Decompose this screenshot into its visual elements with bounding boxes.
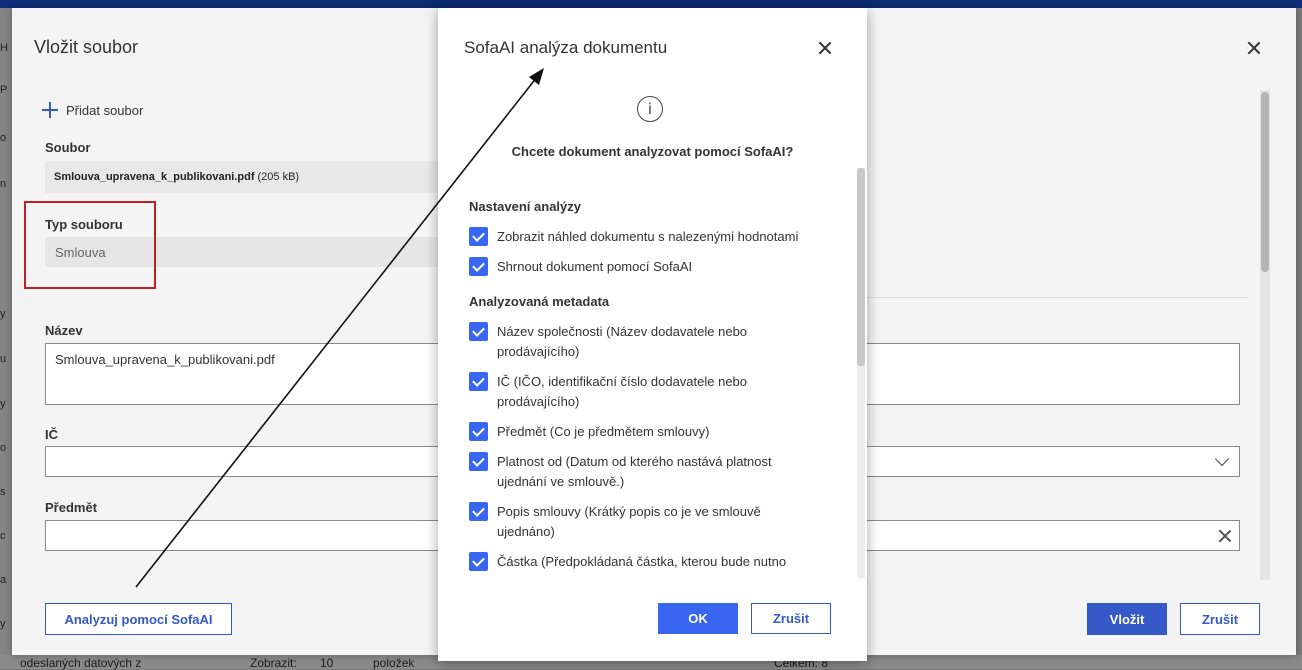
bg-fragment: a [0,574,7,586]
modal-close-icon[interactable] [818,41,832,55]
file-label: Soubor [45,140,91,155]
close-icon[interactable] [1247,41,1261,55]
bg-fragment: u [0,353,7,365]
bg-fragment: H [0,42,8,54]
subject-label: Předmět [45,500,98,515]
option-label: Shrnout dokument pomocí SofaAI [497,259,693,274]
setting-option-preview[interactable]: Zobrazit náhled dokumentu s nalezenými h… [469,227,799,247]
insert-button[interactable]: Vložit [1087,603,1167,635]
checkbox-checked-icon[interactable] [469,452,488,471]
option-label: Předmět (Co je předmětem smlouvy) [497,424,710,439]
bg-fragment: o [0,442,7,454]
option-label: Platnost od (Datum od kterého nastává pl… [497,454,772,489]
metadata-option-company[interactable]: Název společnosti (Název dodavatele nebo… [469,322,799,362]
option-label: Název společnosti (Název dodavatele nebo… [497,324,748,359]
checkbox-checked-icon[interactable] [469,552,488,571]
name-label: Název [45,323,83,338]
dialog-scrollbar-thumb[interactable] [1261,92,1269,272]
option-label: IČ (IČO, identifikační číslo dodavatele … [497,374,748,409]
checkbox-checked-icon[interactable] [469,422,488,441]
info-icon: i [637,96,663,122]
dialog-title: Vložit soubor [34,37,139,57]
checkbox-checked-icon[interactable] [469,257,488,276]
app-header-bar [0,0,1302,8]
metadata-option-subject[interactable]: Předmět (Co je předmětem smlouvy) [469,422,799,442]
ic-label: IČ [45,427,58,442]
file-size: (205 kB) [257,171,300,183]
bg-fragment: n [0,178,7,190]
metadata-section-title: Analyzovaná metadata [469,294,610,309]
bg-page-size-label: Zobrazit: [250,656,297,670]
modal-question: Chcete dokument analyzovat pomocí SofaAI… [511,144,794,159]
checkbox-checked-icon[interactable] [469,372,488,391]
metadata-option-ic[interactable]: IČ (IČO, identifikační číslo dodavatele … [469,372,799,412]
clear-icon[interactable] [1218,529,1232,543]
metadata-option-description[interactable]: Popis smlouvy (Krátký popis co je ve sml… [469,502,799,542]
bg-fragment: y [0,398,6,410]
highlight-annotation-box [24,201,156,289]
chevron-down-icon [1214,451,1230,467]
settings-section-title: Nastavení analýzy [469,199,582,214]
sofaai-analysis-modal: SofaAI analýza dokumentu i Chcete dokume… [438,8,867,661]
option-label: Částka (Předpokládaná částka, kterou bud… [497,554,787,569]
bg-fragment: P [0,84,8,96]
modal-title: SofaAI analýza dokumentu [464,38,668,57]
bg-fragment: o [0,132,7,144]
option-label: Popis smlouvy (Krátký popis co je ve sml… [497,504,761,539]
checkbox-checked-icon[interactable] [469,502,488,521]
cancel-button[interactable]: Zrušit [1180,603,1260,635]
bg-footer-text: odeslaných datových z [20,656,142,670]
bg-fragment: c [0,530,6,542]
modal-scrollbar-thumb[interactable] [857,168,865,366]
checkbox-checked-icon[interactable] [469,322,488,341]
bg-fragment: y [0,308,6,320]
file-list-item: Smlouva_upravena_k_publikovani.pdf (205 … [45,161,445,193]
bg-items-label: položek [373,656,415,670]
metadata-option-valid-from[interactable]: Platnost od (Datum od kterého nastává pl… [469,452,799,492]
bg-page-size-select[interactable]: 10 [320,656,333,670]
ok-button[interactable]: OK [658,603,738,634]
bg-fragment: y [0,618,6,630]
bg-fragment: s [0,486,6,498]
plus-icon [42,102,58,118]
checkbox-checked-icon[interactable] [469,227,488,246]
option-label: Zobrazit náhled dokumentu s nalezenými h… [497,229,799,244]
modal-cancel-button[interactable]: Zrušit [751,603,831,634]
analyze-sofaai-button[interactable]: Analyzuj pomocí SofaAI [45,603,232,635]
add-file-button[interactable]: Přidat soubor [42,102,143,118]
file-name: Smlouva_upravena_k_publikovani.pdf [54,171,255,183]
add-file-label: Přidat soubor [66,102,144,118]
background-sidebar: H P o n y u y o s c a y [0,8,12,669]
setting-option-summary[interactable]: Shrnout dokument pomocí SofaAI [469,257,799,277]
metadata-option-amount[interactable]: Částka (Předpokládaná částka, kterou bud… [469,552,799,574]
